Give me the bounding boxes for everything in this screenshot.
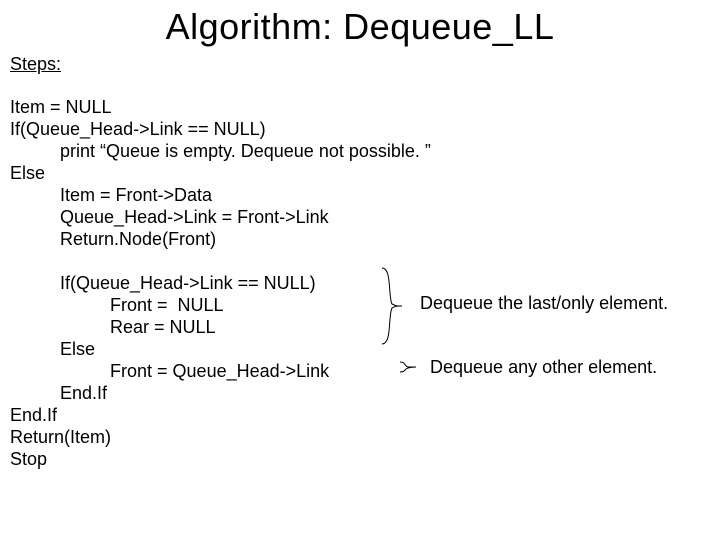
code-line: Item = Front->Data: [10, 185, 212, 205]
code-line: Else: [10, 163, 45, 183]
brace-icon: [378, 266, 408, 346]
code-line: End.If: [10, 405, 57, 425]
code-line: Front = NULL: [10, 295, 224, 315]
steps-label: Steps:: [10, 54, 61, 75]
code-line: If(Queue_Head->Link == NULL): [10, 273, 316, 293]
annotation-last-element: Dequeue the last/only element.: [420, 292, 668, 314]
code-line: If(Queue_Head->Link == NULL): [10, 119, 266, 139]
code-line: Rear = NULL: [10, 317, 216, 337]
code-line: Return.Node(Front): [10, 229, 216, 249]
code-line: print “Queue is empty. Dequeue not possi…: [10, 141, 431, 161]
slide-title: Algorithm: Dequeue_LL: [0, 6, 720, 48]
code-line: Stop: [10, 449, 47, 469]
annotation-other-element: Dequeue any other element.: [430, 356, 657, 378]
code-line: Else: [10, 339, 95, 359]
algorithm-code: Item = NULL If(Queue_Head->Link == NULL)…: [10, 96, 431, 470]
code-line: Front = Queue_Head->Link: [10, 361, 329, 381]
brace-icon: [398, 358, 418, 376]
code-line: Item = NULL: [10, 97, 112, 117]
code-line: Queue_Head->Link = Front->Link: [10, 207, 329, 227]
slide: Algorithm: Dequeue_LL Steps: Item = NULL…: [0, 0, 720, 540]
code-line: End.If: [10, 383, 107, 403]
code-line: Return(Item): [10, 427, 111, 447]
